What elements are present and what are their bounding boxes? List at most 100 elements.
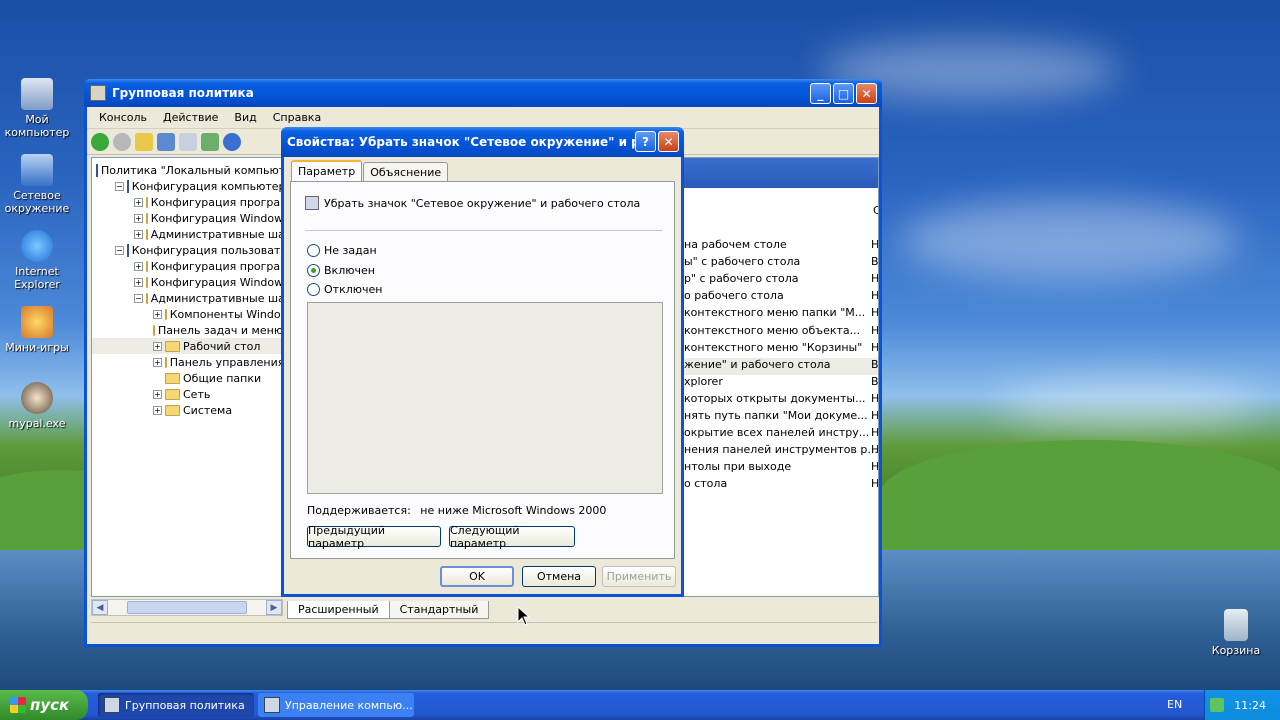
desktop-icon-label: Мой компьютер [4,113,70,139]
tree-item[interactable]: Политика "Локальный компьюте [92,162,282,178]
apply-button[interactable]: Применить [602,566,676,587]
system-tray: 11:24 [1204,690,1280,720]
forward-icon[interactable] [113,132,131,151]
scroll-thumb[interactable] [127,601,247,614]
tree-item[interactable]: + Конфигурация программ [92,258,282,274]
language-indicator[interactable]: EN [1167,698,1182,711]
setting-state: Н [871,409,879,422]
expand-icon[interactable]: + [153,389,162,399]
desktop-icon-label: Мини-игры [5,341,69,354]
expand-icon[interactable]: + [134,261,143,271]
task-computer-management[interactable]: Управление компью... [258,693,414,717]
start-button[interactable]: пуск [0,690,88,720]
tree-item[interactable]: − Конфигурация компьютера [92,178,282,194]
tab-extended[interactable]: Расширенный [287,601,390,619]
tray-app-icon[interactable] [1210,698,1225,712]
back-icon[interactable] [91,132,109,151]
tree-item[interactable]: Панель задач и меню [92,322,282,338]
collapse-icon[interactable]: − [134,293,143,303]
next-setting-button[interactable]: Следующий параметр [449,524,575,550]
recycle-bin-icon [1224,609,1248,641]
tree-horizontal-scrollbar[interactable]: ◀ ▶ [91,599,283,616]
desktop-icon-mypal[interactable]: mypal.exe [0,382,74,430]
collapse-icon[interactable]: − [115,245,124,255]
desktop-icon-mini-games[interactable]: Мини-игры [0,306,74,354]
expand-icon[interactable]: + [153,357,162,367]
help-button[interactable]: ? [635,131,656,152]
clock[interactable]: 11:24 [1234,699,1266,712]
tree-item[interactable]: + Административные шабл [92,226,282,242]
tree-item[interactable]: Общие папки [92,370,282,386]
tree-item[interactable]: + Конфигурация Windows [92,210,282,226]
export-icon[interactable] [201,132,219,151]
tree-item[interactable]: −Конфигурация пользователя [92,242,282,258]
show-hide-tree-icon[interactable] [157,132,175,151]
windows-logo-icon [10,697,26,713]
ok-button[interactable]: OK [440,566,514,587]
desktop-icon-internet-explorer[interactable]: Internet Explorer [0,230,74,291]
setting-state: В [871,255,879,269]
tree-item[interactable]: + Конфигурация программ [92,194,282,210]
help-icon[interactable] [223,132,241,151]
radio-indicator[interactable] [307,283,320,296]
tree-item[interactable]: + Панель управления [92,354,282,370]
expand-icon[interactable]: + [134,229,143,239]
tree-item[interactable]: + Рабочий стол [92,338,282,354]
task-group-policy[interactable]: Групповая политика [98,693,254,717]
tab-standard[interactable]: Стандартный [388,601,490,619]
close-button[interactable]: ✕ [856,83,877,104]
expand-icon[interactable]: + [153,405,162,415]
minimize-button[interactable]: _ [810,83,831,104]
scroll-left-icon[interactable]: ◀ [92,600,108,615]
setting-state: Н [871,443,879,457]
radio-enabled[interactable]: Включен [307,264,375,277]
tree-item[interactable]: + Система [92,402,282,418]
policy-icon [305,196,319,210]
computer-icon [21,78,53,110]
expand-icon[interactable]: + [134,213,143,223]
scroll-right-icon[interactable]: ▶ [266,600,282,615]
up-folder-icon[interactable] [135,132,153,151]
tree-item-label: Компоненты Windows [169,307,283,321]
desktop-icon-recycle-bin[interactable]: Корзина [1199,609,1273,657]
folder-icon [145,292,148,304]
radio-indicator[interactable] [307,244,320,257]
radio-not-configured[interactable]: Не задан [307,244,377,257]
menu-action[interactable]: Действие [155,109,226,126]
dialog-close-button[interactable]: ✕ [658,131,679,152]
menu-help[interactable]: Справка [265,109,329,126]
tree-item[interactable]: −Административные шабл [92,290,282,306]
expand-icon[interactable]: + [134,197,143,207]
tree-item[interactable]: + Компоненты Windows [92,306,282,322]
menu-view[interactable]: Вид [226,109,264,126]
radio-indicator[interactable] [307,264,320,277]
expand-icon[interactable]: + [153,309,162,319]
desktop-icon-network[interactable]: Сетевое окружение [0,154,74,215]
tab-setting[interactable]: Параметр [291,160,363,182]
cancel-button[interactable]: Отмена [522,566,596,587]
column-state[interactable]: С [873,204,878,217]
expand-icon[interactable]: + [153,341,162,351]
radio-label: Не задан [324,244,377,257]
desktop-icon-my-computer[interactable]: Мой компьютер [0,78,74,139]
maximize-button[interactable]: □ [833,83,854,104]
hill [880,440,1280,550]
radio-disabled[interactable]: Отключен [307,283,382,296]
collapse-icon[interactable]: − [115,181,124,191]
tree-item[interactable]: + Сеть [92,386,282,402]
window-titlebar[interactable]: Групповая политика _ □ ✕ [84,79,882,107]
taskbar: пуск Групповая политика Управление компь… [0,690,1280,720]
properties-icon[interactable] [179,132,197,151]
menu-console[interactable]: Консоль [91,109,155,126]
expand-icon[interactable]: + [134,277,143,287]
setting-state: Н [871,289,879,303]
dialog-titlebar[interactable]: Свойства: Убрать значок "Сетевое окружен… [281,127,684,157]
tree-view: Политика "Локальный компьюте − Конфигураци… [91,157,283,597]
start-label: пуск [30,696,70,714]
tree-item[interactable]: + Конфигурация Windows [92,274,282,290]
setting-state: Н [871,477,879,491]
desktop-icon-label: Корзина [1211,644,1261,657]
group-policy-icon [90,85,106,101]
view-tabs: Расширенный Стандартный [287,599,879,619]
previous-setting-button[interactable]: Предыдущий параметр [307,524,441,550]
